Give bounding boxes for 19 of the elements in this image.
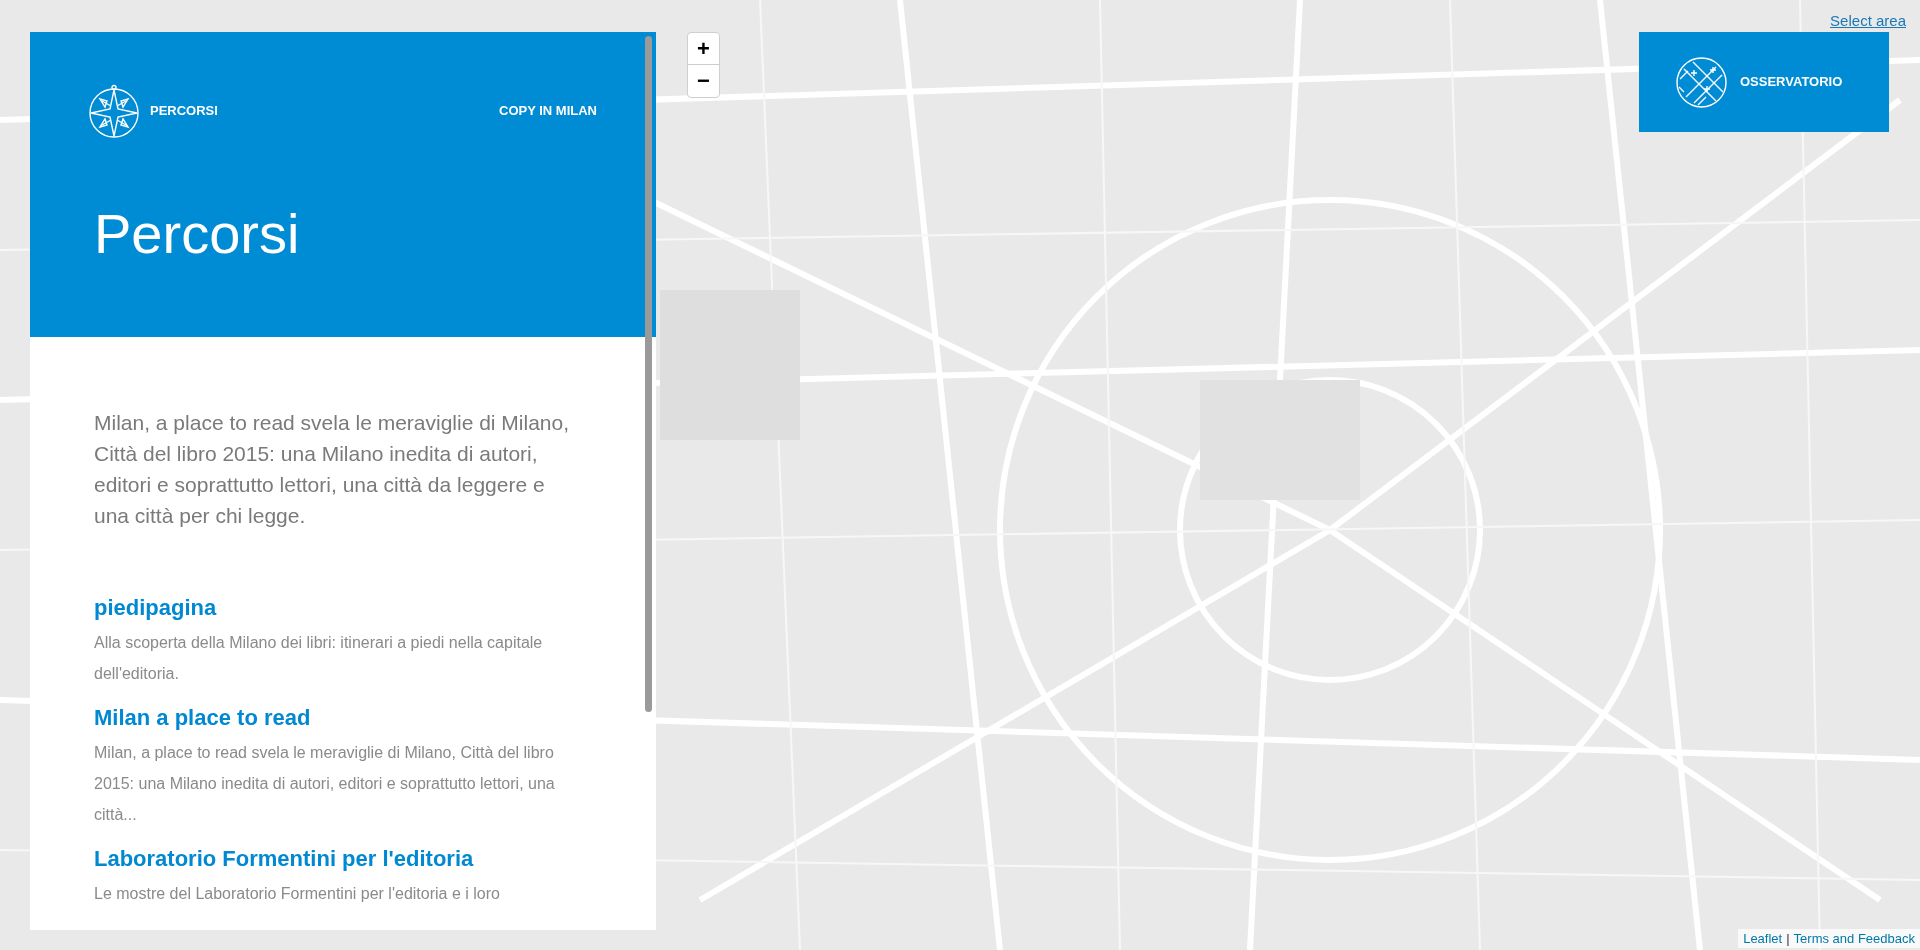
leaflet-link[interactable]: Leaflet [1743, 928, 1783, 948]
zoom-out-button[interactable]: − [688, 65, 719, 97]
route-title-link[interactable]: piedipagina [94, 593, 217, 623]
page-title: Percorsi [94, 206, 301, 262]
compass-icon [88, 84, 140, 138]
nav-link[interactable]: COPY IN MILAN [499, 101, 597, 121]
route-title-link[interactable]: Laboratorio Formentini per l'editoria [94, 844, 474, 874]
separator-text: | [1786, 929, 1790, 948]
route-title-link[interactable]: Milan a place to read [94, 703, 311, 733]
route-description: Le mostre del Laboratorio Formentini per l'editoria e i loro [94, 884, 501, 904]
route-description: Alla scoperta della Milano dei libri: itinerari a piedi nella capitale dell'editoria. [94, 633, 544, 684]
map-grid-icon [1676, 56, 1727, 108]
intro-paragraph: Milan, a place to read svela le meraviglie di Milano, Città del libro 2015: una Milano inedita di autori, editori e soprattutto lettori, una città da leggere e una città per chi legge. [94, 410, 571, 529]
select-area-link[interactable]: Select area [1830, 12, 1906, 30]
logo-link[interactable]: PERCORSI [150, 101, 218, 121]
route-description: Milan, a place to read svela le meraviglie di Milano, Città del libro 2015: una Milano inedita di autori, editori e soprattutto lettori, una città... [94, 743, 556, 825]
terms-link[interactable]: Terms and Feedback [1793, 928, 1915, 948]
osservatorio-button[interactable]: OSSERVATORIO [1639, 32, 1889, 132]
zoom-in-button[interactable]: + [688, 33, 719, 65]
